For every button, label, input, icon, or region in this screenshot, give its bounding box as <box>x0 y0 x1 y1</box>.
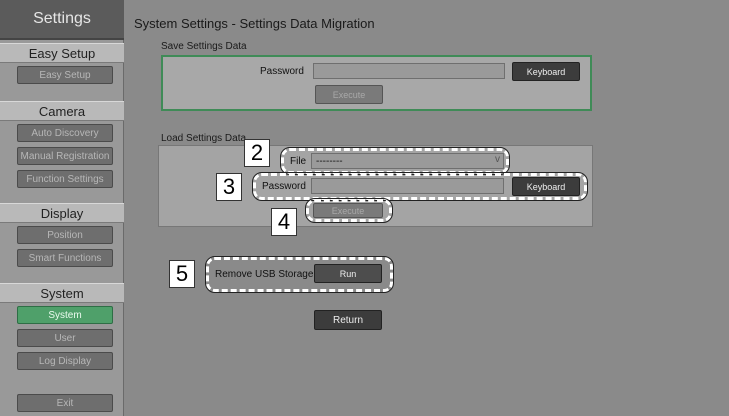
sidebar-section-camera: Camera <box>0 101 124 121</box>
sidebar-section-display: Display <box>0 203 124 223</box>
return-button[interactable]: Return <box>314 310 382 330</box>
callout-number-5: 5 <box>169 260 195 288</box>
page-title: System Settings - Settings Data Migratio… <box>134 16 375 31</box>
sidebar-item-manual-registration[interactable]: Manual Registration <box>17 147 113 165</box>
save-settings-label: Save Settings Data <box>161 41 247 52</box>
callout-outline-file <box>280 147 510 175</box>
callout-outline-execute <box>305 198 393 223</box>
save-password-label: Password <box>260 66 304 77</box>
sidebar-title: Settings <box>0 0 124 40</box>
save-keyboard-button[interactable]: Keyboard <box>512 62 580 81</box>
sidebar-section-easy-setup: Easy Setup <box>0 43 124 63</box>
app-window: Settings Easy Setup Easy Setup Camera Au… <box>0 0 729 416</box>
save-password-field[interactable] <box>313 63 505 79</box>
sidebar-item-user[interactable]: User <box>17 329 113 347</box>
sidebar: Settings Easy Setup Easy Setup Camera Au… <box>0 0 124 416</box>
sidebar-item-auto-discovery[interactable]: Auto Discovery <box>17 124 113 142</box>
sidebar-item-system[interactable]: System <box>17 306 113 324</box>
save-execute-button[interactable]: Execute <box>315 85 383 104</box>
load-settings-label: Load Settings Data <box>161 133 247 144</box>
sidebar-item-smart-functions[interactable]: Smart Functions <box>17 249 113 267</box>
sidebar-item-easy-setup[interactable]: Easy Setup <box>17 66 113 84</box>
callout-number-4: 4 <box>271 208 297 236</box>
callout-number-3: 3 <box>216 173 242 201</box>
sidebar-section-system: System <box>0 283 124 303</box>
sidebar-item-function-settings[interactable]: Function Settings <box>17 170 113 188</box>
exit-button[interactable]: Exit <box>17 394 113 412</box>
sidebar-item-position[interactable]: Position <box>17 226 113 244</box>
save-settings-panel: Password Keyboard Execute <box>161 55 592 111</box>
callout-outline-password <box>252 172 588 201</box>
sidebar-item-log-display[interactable]: Log Display <box>17 352 113 370</box>
callout-outline-remove-usb <box>205 256 394 293</box>
callout-number-2: 2 <box>244 139 270 167</box>
